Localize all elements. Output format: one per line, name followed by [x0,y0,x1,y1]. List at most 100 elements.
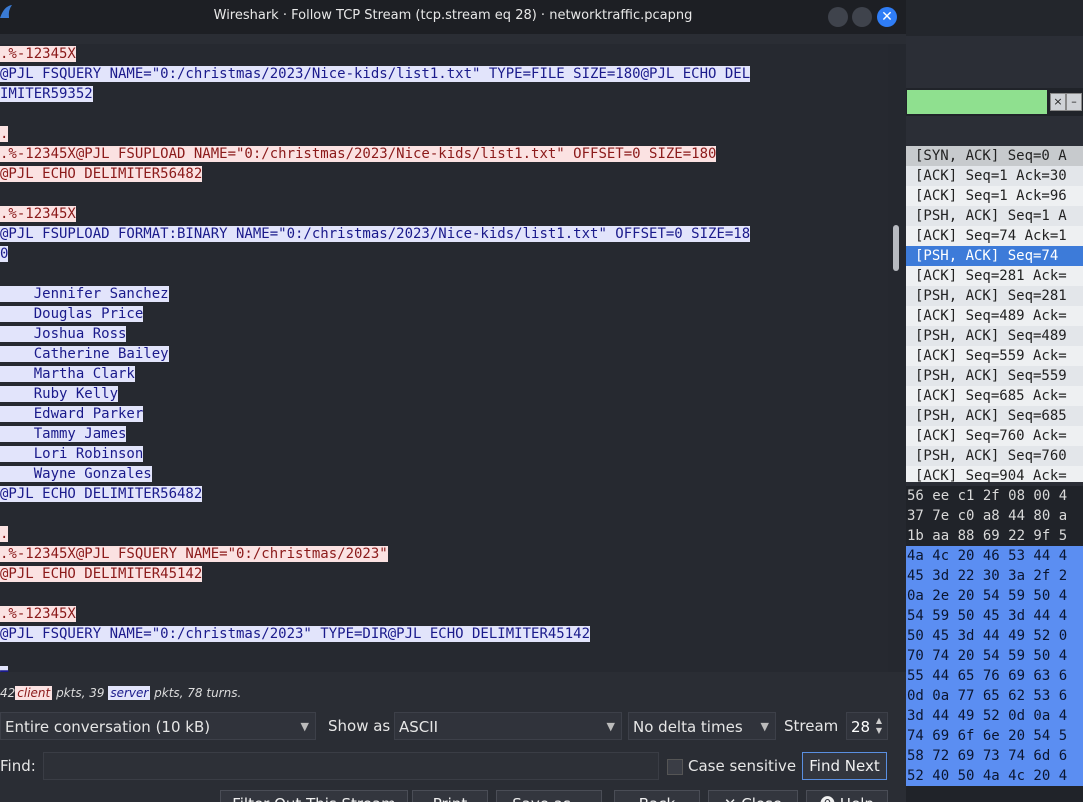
packet-row[interactable]: [ACK] Seq=685 Ack= [905,386,1083,406]
show-as-label: Show as [328,717,391,735]
stream-line: Wayne Gonzales [0,464,888,484]
stream-stats: 42 client pkts, 39 server pkts, 78 turns. [0,684,241,702]
filter-dropdown-icon[interactable]: – [1066,93,1082,111]
packet-row[interactable]: [ACK] Seq=1 Ack=30 [905,166,1083,186]
show-as-select[interactable]: ASCII ▼ [394,712,622,740]
dialog-titlebar: Wireshark · Follow TCP Stream (tcp.strea… [0,0,906,34]
stream-scrollbar[interactable] [888,44,906,672]
hex-row: 1b aa 88 69 22 9f 5 [907,528,1068,544]
server-data: @PJL FSQUERY NAME="0:/christmas/2023/Nic… [0,66,751,82]
clear-filter-icon[interactable]: × [1050,93,1066,111]
server-data: Catherine Bailey [0,346,169,362]
find-next-button[interactable]: Find Next [802,752,887,780]
hex-row: 52 40 50 4a 4c 20 4 [905,766,1083,786]
find-row: Find: Case sensitive Find Next [0,752,906,780]
server-data: Martha Clark [0,366,135,382]
stream-line: @PJL ECHO DELIMITER56482 [0,484,888,504]
hex-row: 56 ee c1 2f 08 00 4 [907,488,1068,504]
hex-row: 54 59 50 45 3d 44 4 [905,606,1083,626]
packet-row[interactable]: [SYN, ACK] Seq=0 A [905,146,1083,166]
stats-tail: pkts, 78 turns. [150,686,242,700]
client-data: .%-12345X [0,606,76,622]
hex-row: 74 69 6f 6e 20 54 5 [905,726,1083,746]
print-button[interactable]: Print [412,790,488,802]
server-data: @PJL FSUPLOAD FORMAT:BINARY NAME="0:/chr… [0,226,751,242]
options-row: Entire conversation (10 kB) ▼ Show as AS… [0,712,906,740]
back-button[interactable]: Back [614,790,700,802]
client-legend: client [15,686,53,700]
server-data: @PJL ECHO DELIMITER56482 [0,486,203,502]
packet-row[interactable]: [ACK] Seq=74 Ack=1 [905,226,1083,246]
stream-content[interactable]: .%-12345X @PJL FSQUERY NAME="0:/christmas… [0,44,888,672]
server-data: IMITER59352 [0,86,93,102]
hex-row: 3d 44 49 52 0d 0a 4 [905,706,1083,726]
packet-row[interactable]: [ACK] Seq=904 Ack= [905,466,1083,486]
client-data: .%-12345X [0,46,76,62]
close-button[interactable]: ✕ Close [708,790,798,802]
client-data: @PJL ECHO DELIMITER45142 [0,566,203,582]
stream-line: Joshua Ross [0,324,888,344]
packet-row[interactable]: [ACK] Seq=1 Ack=96 [905,186,1083,206]
server-data: Jennifer Sanchez [0,286,169,302]
stream-line: . [0,524,888,544]
chevron-down-icon: ▼ [300,720,309,733]
packet-row[interactable]: [PSH, ACK] Seq=685 [905,406,1083,426]
delta-times-select[interactable]: No delta times ▼ [628,712,776,740]
save-as-button[interactable]: Save as… [496,790,602,802]
filter-out-button[interactable]: Filter Out This Stream [220,790,408,802]
packet-row[interactable]: [PSH, ACK] Seq=489 [905,326,1083,346]
case-sensitive-label[interactable]: Case sensitive [688,752,796,780]
stream-line [0,644,888,664]
packet-bytes-pane[interactable]: 56 ee c1 2f 08 00 4 37 7e c0 a8 44 80 a 1b… [905,486,1083,802]
stream-line: Martha Clark [0,364,888,384]
stream-line: @PJL FSQUERY NAME="0:/christmas/2023/Nic… [0,64,888,84]
stream-line: Lori Robinson [0,444,888,464]
case-sensitive-checkbox[interactable] [667,759,683,775]
packet-row[interactable]: [ACK] Seq=281 Ack= [905,266,1083,286]
help-button[interactable]: ⓿ Help [806,790,888,802]
stream-label: Stream [784,717,839,735]
find-label: Find: [0,757,36,775]
main-window-titlebar [905,0,1083,37]
server-data: Ruby Kelly [0,386,119,402]
stream-line [0,264,888,284]
packet-row[interactable]: [ACK] Seq=489 Ack= [905,306,1083,326]
stream-number-value: 28 [851,718,871,736]
display-filter-input[interactable] [907,90,1047,114]
stream-line: Catherine Bailey [0,344,888,364]
chevron-down-icon: ▼ [606,720,615,733]
stream-line: @PJL FSUPLOAD FORMAT:BINARY NAME="0:/chr… [0,224,888,244]
dialog-button-row: Filter Out This Stream Print Save as… Back ✕… [0,790,906,802]
spin-arrows-icon[interactable]: ▲ ▼ [874,716,884,736]
stream-line: @PJL FSQUERY NAME="0:/christmas/2023" TY… [0,624,888,644]
packet-row[interactable]: [PSH, ACK] Seq=760 [905,446,1083,466]
find-input[interactable] [43,752,659,780]
maximize-button[interactable] [852,7,872,27]
packet-row[interactable]: [ACK] Seq=559 Ack= [905,346,1083,366]
packet-row[interactable]: [PSH, ACK] Seq=1 A [905,206,1083,226]
client-data: . [0,126,9,142]
conversation-select[interactable]: Entire conversation (10 kB) ▼ [0,712,316,740]
scrollbar-thumb[interactable] [893,225,899,271]
hex-row: 0d 0a 77 65 62 53 6 [905,686,1083,706]
stream-line: Edward Parker [0,404,888,424]
server-data: Edward Parker [0,406,144,422]
packet-row[interactable]: [PSH, ACK] Seq=559 [905,366,1083,386]
packet-row[interactable]: [PSH, ACK] Seq=281 [905,286,1083,306]
server-data: @PJL FSQUERY NAME="0:/christmas/2023" TY… [0,626,591,642]
dialog-title: Wireshark · Follow TCP Stream (tcp.strea… [213,8,693,23]
server-data: 0 [0,246,9,262]
hex-row: 0a 2e 20 54 59 50 4 [905,586,1083,606]
client-count: 42 [0,686,16,700]
packet-list[interactable]: [SYN, ACK] Seq=0 A [ACK] Seq=1 Ack=30 [ACK… [905,146,1083,484]
stream-line [0,104,888,124]
stream-line: .%-12345X@PJL FSQUERY NAME="0:/christmas… [0,544,888,564]
packet-row[interactable]: [ACK] Seq=760 Ack= [905,426,1083,446]
close-window-icon[interactable]: ✕ [877,7,897,27]
stream-line: .%-12345X [0,204,888,224]
stream-number-spinbox[interactable]: 28 ▲ ▼ [846,712,888,740]
server-data: Douglas Price [0,306,144,322]
minimize-button[interactable] [828,7,848,27]
packet-row[interactable]: [PSH, ACK] Seq=74 [905,246,1083,266]
client-data: .%-12345X@PJL FSQUERY NAME="0:/christmas… [0,546,388,562]
